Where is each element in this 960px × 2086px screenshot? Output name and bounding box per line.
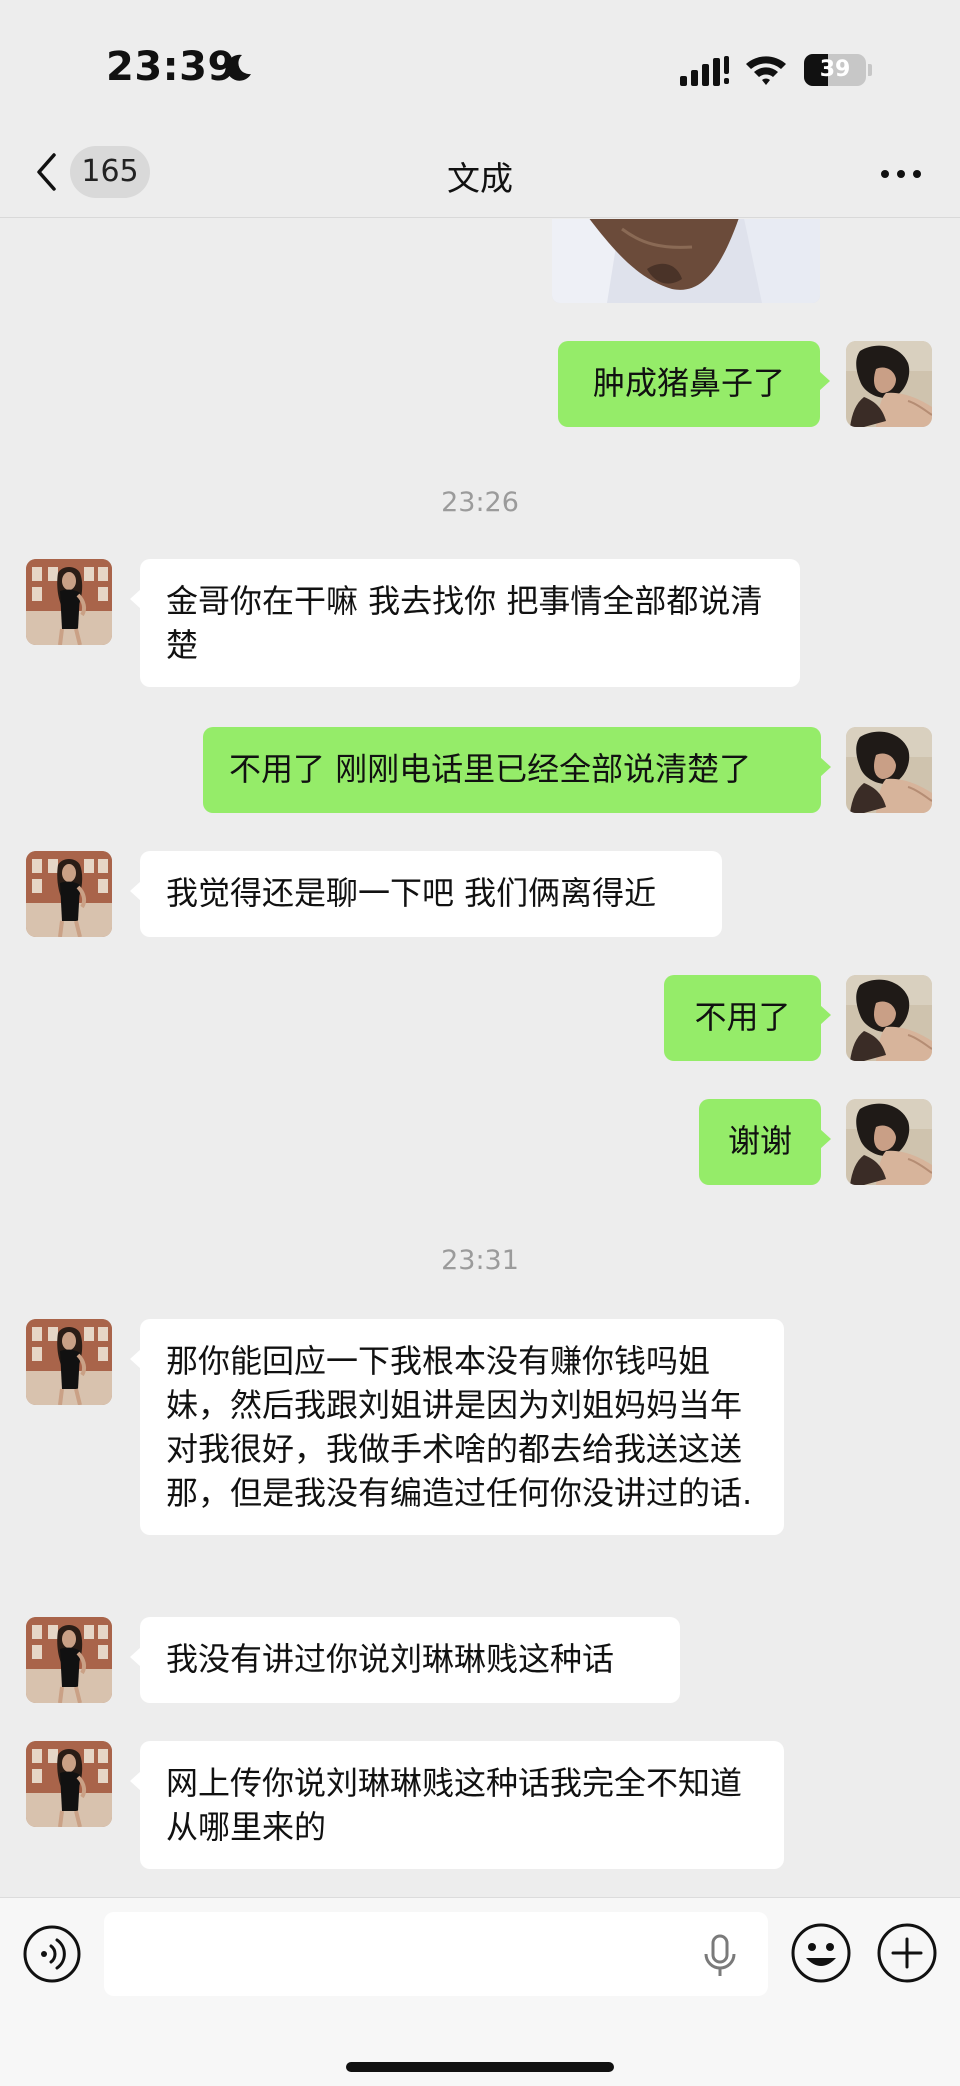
- incoming-message-bubble[interactable]: 我没有讲过你说刘琳琳贱这种话: [130, 1617, 680, 1703]
- incoming-message-bubble[interactable]: 那你能回应一下我根本没有赚你钱吗姐妹，然后我跟刘姐讲是因为刘姐妈妈当年对我很好，…: [130, 1319, 784, 1535]
- message-timestamp: 23:31: [441, 1245, 519, 1276]
- image-message-partial[interactable]: [552, 219, 820, 303]
- contact-avatar[interactable]: [26, 851, 112, 937]
- chevron-left-icon: [37, 153, 56, 191]
- status-bar: 23:39 39: [0, 0, 960, 130]
- battery-level: 39: [819, 57, 851, 82]
- more-dots-icon[interactable]: [876, 156, 926, 192]
- my-avatar[interactable]: [846, 727, 932, 813]
- emoji-icon[interactable]: [790, 1922, 852, 1984]
- unread-count-badge: 165: [70, 146, 150, 198]
- message-input[interactable]: [104, 1912, 768, 1996]
- my-avatar[interactable]: [846, 341, 932, 427]
- incoming-message-bubble[interactable]: 金哥你在干嘛 我去找你 把事情全部都说清楚: [130, 559, 800, 687]
- input-bar: [0, 1897, 960, 2086]
- message-timestamp: 23:26: [441, 487, 519, 518]
- outgoing-message-bubble[interactable]: 不用了: [664, 975, 831, 1061]
- contact-avatar[interactable]: [26, 1741, 112, 1827]
- chat-header: 165 文成: [0, 130, 960, 218]
- wifi-icon: [746, 56, 786, 85]
- cellular-signal-icon: [680, 56, 729, 86]
- plus-icon[interactable]: [876, 1922, 938, 1984]
- outgoing-message-bubble[interactable]: 肿成猪鼻子了: [558, 341, 830, 427]
- microphone-icon[interactable]: [700, 1934, 740, 1978]
- home-indicator: [346, 2062, 614, 2072]
- contact-avatar[interactable]: [26, 1319, 112, 1405]
- incoming-message-bubble[interactable]: 我觉得还是聊一下吧 我们俩离得近: [130, 851, 722, 937]
- contact-avatar[interactable]: [26, 1617, 112, 1703]
- contact-avatar[interactable]: [26, 559, 112, 645]
- battery-indicator: 39: [804, 54, 872, 86]
- chat-title: 文成: [447, 159, 513, 198]
- my-avatar[interactable]: [846, 1099, 932, 1185]
- voice-mode-icon[interactable]: [22, 1924, 82, 1984]
- outgoing-message-bubble[interactable]: 谢谢: [699, 1099, 831, 1185]
- my-avatar[interactable]: [846, 975, 932, 1061]
- incoming-message-bubble[interactable]: 网上传你说刘琳琳贱这种话我完全不知道从哪里来的: [130, 1741, 784, 1869]
- moon-icon: [226, 54, 251, 81]
- status-time: 23:39: [106, 44, 236, 90]
- message-list[interactable]: 肿成猪鼻子了 23:26 金哥你在干嘛 我去找你 把事情全部都说清楚 不用了 刚…: [0, 219, 960, 1897]
- outgoing-message-bubble[interactable]: 不用了 刚刚电话里已经全部说清楚了: [203, 727, 831, 813]
- back-button[interactable]: 165: [28, 144, 158, 200]
